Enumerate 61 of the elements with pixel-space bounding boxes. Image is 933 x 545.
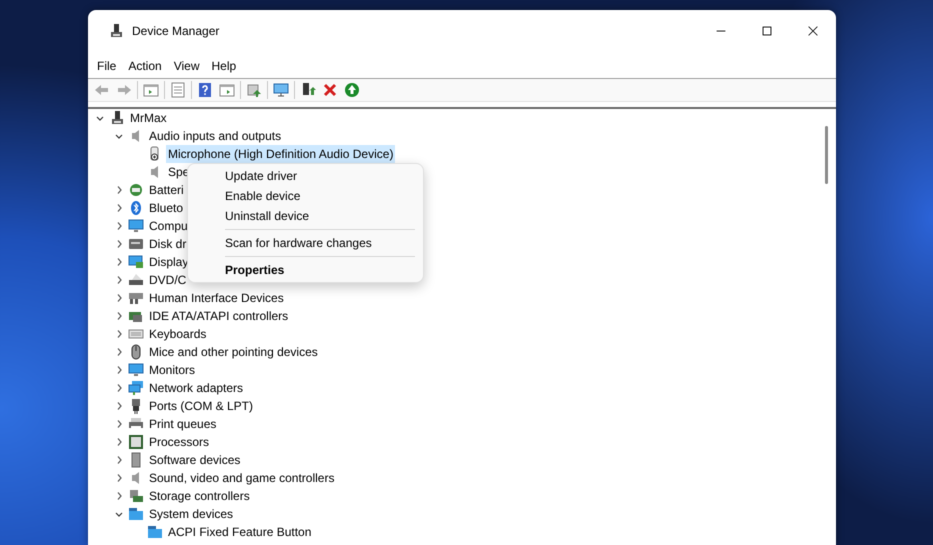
- bluetooth-icon: [128, 200, 144, 216]
- menu-item[interactable]: Enable device: [188, 186, 423, 206]
- display-adapter-icon: [128, 254, 144, 270]
- menu-item[interactable]: Action: [122, 54, 168, 78]
- tree-item[interactable]: Disk dr: [147, 235, 188, 253]
- tree-item[interactable]: ACPI Fixed Feature Button: [166, 523, 314, 541]
- tree-item[interactable]: Blueto: [147, 199, 186, 217]
- tree-item[interactable]: Storage controllers: [147, 487, 252, 505]
- menu-item[interactable]: File: [91, 54, 122, 78]
- tree-item[interactable]: MrMax: [128, 109, 169, 127]
- monitor-icon[interactable]: [273, 82, 289, 98]
- computer-icon: [109, 110, 125, 126]
- monitor-icon: [128, 362, 144, 378]
- tree-item[interactable]: Human Interface Devices: [147, 289, 286, 307]
- close-icon: [806, 24, 820, 38]
- enable-device-icon[interactable]: [344, 82, 360, 98]
- dvd-drive-icon: [128, 272, 144, 288]
- tree-item[interactable]: Monitors: [147, 361, 198, 379]
- menu-item[interactable]: Help: [206, 54, 242, 78]
- tree-item[interactable]: Network adapters: [147, 379, 246, 397]
- tree-item[interactable]: Sound, video and game controllers: [147, 469, 336, 487]
- drive-icon: [128, 236, 144, 252]
- minimize-icon: [714, 30, 728, 32]
- tree-item[interactable]: IDE ATA/ATAPI controllers: [147, 307, 290, 325]
- tree-item[interactable]: System devices: [147, 505, 236, 523]
- scan-hardware-icon[interactable]: [246, 82, 262, 98]
- menu-item[interactable]: Update driver: [188, 166, 423, 186]
- menu-item[interactable]: Properties: [188, 260, 423, 280]
- processor-icon: [128, 434, 144, 450]
- pane-view-icon[interactable]: [143, 82, 159, 98]
- tree-item[interactable]: Processors: [147, 433, 212, 451]
- window-title: Device Manager: [132, 23, 220, 40]
- computer-icon: [108, 23, 124, 39]
- update-driver-icon[interactable]: [300, 82, 316, 98]
- menu-item[interactable]: Uninstall device: [188, 206, 423, 226]
- tree-item[interactable]: Audio inputs and outputs: [147, 127, 284, 145]
- system-folder-icon: [128, 506, 144, 522]
- tree-item[interactable]: Keyboards: [147, 325, 208, 343]
- tree-item[interactable]: Software devices: [147, 451, 242, 469]
- tree-item[interactable]: Mice and other pointing devices: [147, 343, 320, 361]
- network-icon: [128, 380, 144, 396]
- input-device-icon: [128, 290, 144, 306]
- tree-item[interactable]: Microphone (High Definition Audio Device): [166, 145, 396, 163]
- tree-item[interactable]: Display: [147, 253, 190, 271]
- help-icon[interactable]: [197, 82, 213, 98]
- tree-item[interactable]: Batteri: [147, 181, 186, 199]
- tree-item[interactable]: DVD/C: [147, 271, 188, 289]
- tree-item[interactable]: Print queues: [147, 415, 218, 433]
- menu-item[interactable]: Scan for hardware changes: [188, 233, 423, 253]
- scrollbar-thumb[interactable]: [825, 126, 828, 184]
- maximize-icon: [760, 24, 774, 38]
- monitor-icon: [128, 218, 144, 234]
- tree-item[interactable]: Ports (COM & LPT): [147, 397, 256, 415]
- uninstall-icon[interactable]: [322, 82, 338, 98]
- system-folder-icon: [147, 524, 163, 540]
- menu-item[interactable]: View: [168, 54, 206, 78]
- properties-sheet-icon[interactable]: [170, 82, 186, 98]
- battery-icon: [128, 182, 144, 198]
- storage-icon: [128, 488, 144, 504]
- action-pane-icon[interactable]: [219, 82, 235, 98]
- tree-item[interactable]: Compu: [147, 217, 190, 235]
